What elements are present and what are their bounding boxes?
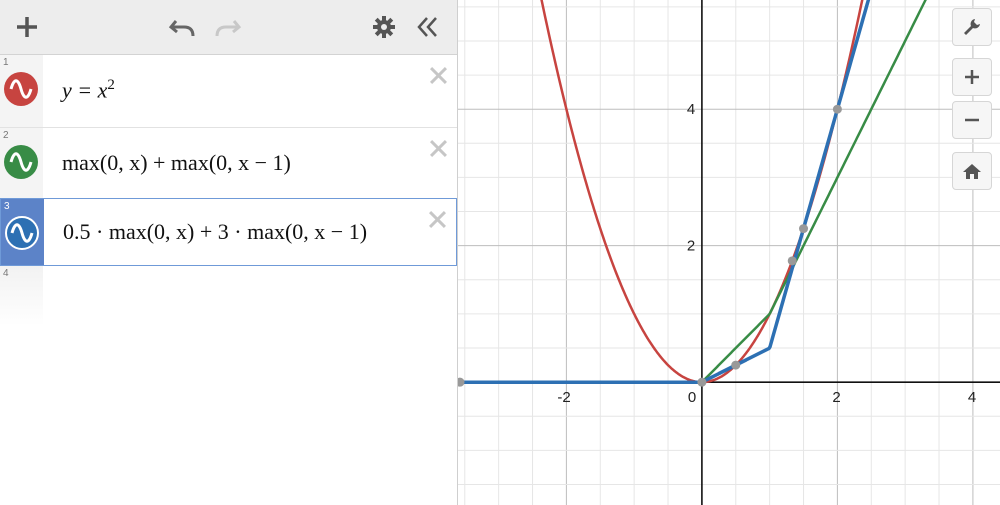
intersection-point <box>799 224 809 234</box>
intersection-point <box>458 377 465 387</box>
expression-number: 3 <box>4 201 10 212</box>
expression-gutter: 3 <box>1 199 44 265</box>
expression-gutter: 4 <box>0 266 43 326</box>
axes <box>458 0 1000 505</box>
minus-icon <box>965 118 979 122</box>
settings-button[interactable] <box>369 12 399 42</box>
zoom-in-button[interactable] <box>952 58 992 96</box>
wave-icon[interactable] <box>4 72 38 106</box>
plus-icon <box>17 17 37 37</box>
y-tick-label: 4 <box>687 101 695 118</box>
intersection-point <box>731 360 741 370</box>
graph-settings-button[interactable] <box>952 8 992 46</box>
zoom-out-button[interactable] <box>952 101 992 139</box>
delete-expression-button[interactable] <box>429 139 447 157</box>
x-tick-label: -2 <box>557 389 570 406</box>
undo-icon <box>168 20 195 37</box>
x-tick-label: 2 <box>832 389 840 406</box>
add-expression-button[interactable] <box>12 12 42 42</box>
expression-number: 2 <box>3 130 9 141</box>
intersection-point <box>832 104 842 114</box>
curves <box>458 0 927 387</box>
redo-icon <box>215 20 242 37</box>
expression-row-4[interactable]: 4 <box>0 266 457 326</box>
tick-labels: -2 0 2 4 4 2 <box>557 101 976 406</box>
collapse-panel-button[interactable] <box>413 12 443 42</box>
delete-expression-button[interactable] <box>429 66 447 84</box>
expression-gutter: 1 <box>0 55 43 127</box>
graph-canvas[interactable]: -2 0 2 4 4 2 <box>458 0 1000 505</box>
expression-list-panel: 1 y = x2 2 max(0, x) + max(0, x − 1) 3 0… <box>0 0 458 505</box>
expression-number: 4 <box>3 268 9 279</box>
expression-number: 1 <box>3 57 9 68</box>
y-tick-label: 2 <box>687 238 695 255</box>
intersection-point <box>787 256 797 266</box>
intersection-point <box>697 377 707 387</box>
expression-row-3[interactable]: 3 0.5 · max(0, x) + 3 · max(0, x − 1) <box>0 198 457 266</box>
x-tick-label: 4 <box>968 389 976 406</box>
expression-gutter: 2 <box>0 128 43 200</box>
plus-icon <box>965 70 979 84</box>
expression-row-2[interactable]: 2 max(0, x) + max(0, x − 1) <box>0 128 457 201</box>
home-icon <box>963 164 981 179</box>
double-chevron-left-icon <box>417 17 437 37</box>
expression-formula[interactable]: max(0, x) + max(0, x − 1) <box>62 150 291 176</box>
delete-expression-button[interactable] <box>428 210 446 228</box>
expression-formula[interactable]: y = x2 <box>62 77 115 103</box>
weighted-relu-curve <box>458 0 871 384</box>
default-viewport-button[interactable] <box>952 152 992 190</box>
x-tick-label: 0 <box>688 389 696 406</box>
relu-sum-curve <box>458 0 927 384</box>
grid <box>458 0 1000 505</box>
wave-icon[interactable] <box>5 216 39 250</box>
expression-row-1[interactable]: 1 y = x2 <box>0 55 457 128</box>
undo-button[interactable] <box>167 12 197 42</box>
wave-icon[interactable] <box>4 145 38 179</box>
redo-button[interactable] <box>213 12 243 42</box>
expression-toolbar <box>0 0 457 55</box>
expression-formula[interactable]: 0.5 · max(0, x) + 3 · max(0, x − 1) <box>63 219 367 245</box>
gear-icon <box>373 16 395 38</box>
wrench-icon <box>964 19 980 35</box>
